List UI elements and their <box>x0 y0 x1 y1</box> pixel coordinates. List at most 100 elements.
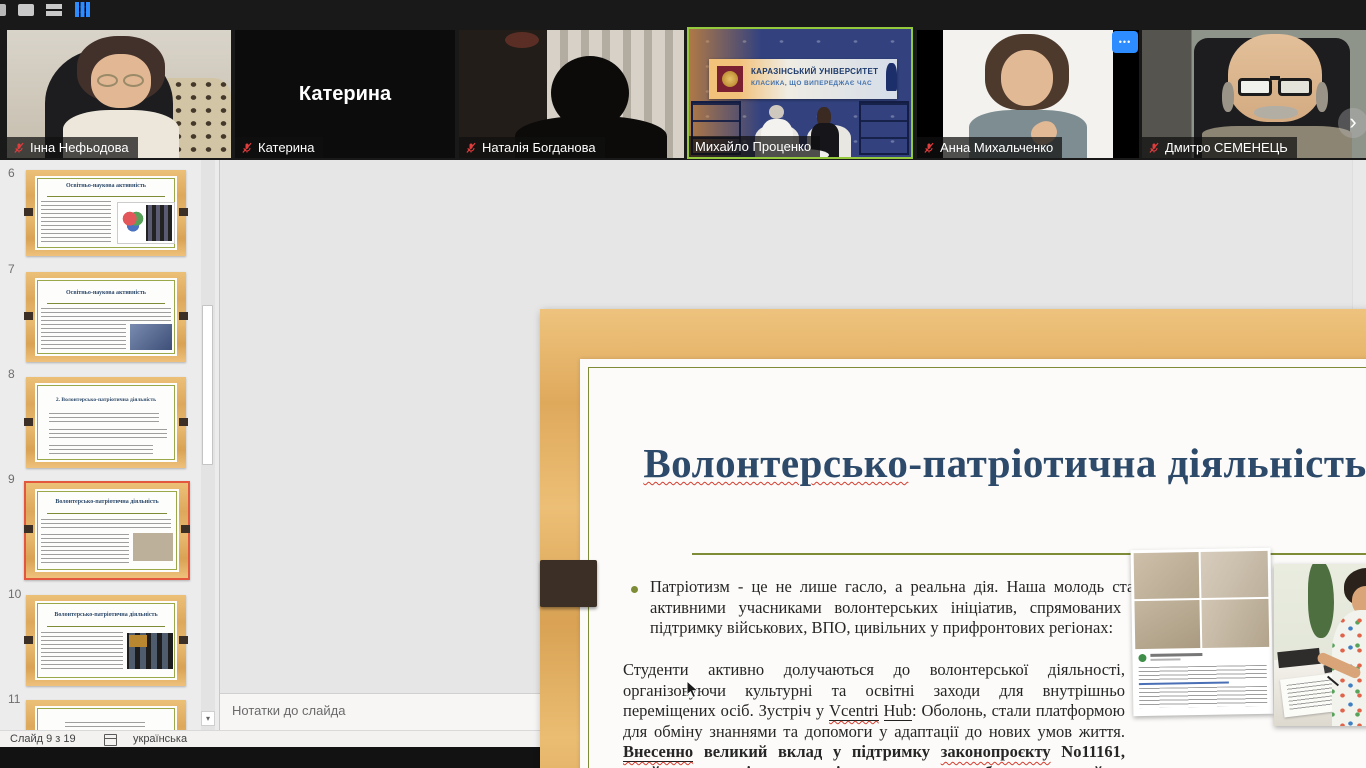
thumb-title: Волонтерсько-патріотична діяльність <box>39 612 173 619</box>
participant-video-mykhailo-active-speaker[interactable]: КАРАЗІНСЬКИЙ УНІВЕРСИТЕТ КЛАСИКА, ЩО ВИП… <box>687 27 913 159</box>
flag-decor <box>886 63 897 91</box>
slide-thumbnail-9-selected[interactable]: Волонтерсько-патріотична діяльність <box>24 481 190 580</box>
glasses-right-lens <box>123 74 144 87</box>
more-options-button[interactable]: ••• <box>1112 31 1138 53</box>
next-participants-button[interactable]: › <box>1338 108 1366 138</box>
thumb-bracket-right <box>179 636 188 644</box>
sidebar-scroll-down-button[interactable]: ▾ <box>201 711 215 726</box>
slide-bullet-paragraph[interactable]: Патріотизм - це не лише гасло, а реальна… <box>650 577 1150 639</box>
sidebar-scrollbar-thumb[interactable] <box>202 305 213 465</box>
post-link-line <box>1139 682 1229 686</box>
thumb-bracket-left <box>24 636 33 644</box>
participant-name: Анна Михальченко <box>940 140 1053 155</box>
chevron-right-icon: › <box>1349 109 1356 135</box>
slide-editing-area: Волонтерсько-патріотична діяльність Патр… <box>220 160 1366 693</box>
slide-thumbnail-6[interactable]: Освітньо-наукова активність <box>26 170 186 256</box>
slide-thumbnail-8[interactable]: 2. Волонтерсько-патріотична діяльність <box>26 377 186 468</box>
thumb-paper: Освітньо-наукова активність <box>35 278 177 356</box>
slide-counter: Слайд 9 з 19 <box>10 733 76 745</box>
para-link-vcentri: Vcentri <box>829 701 878 721</box>
post-photo-4 <box>1201 599 1269 648</box>
thumb-text <box>41 308 171 322</box>
para-bold-poshkodzhene: пошкоджене <box>878 763 971 768</box>
notes-placeholder: Нотатки до слайда <box>232 703 345 718</box>
thumb-rule <box>47 196 165 197</box>
thumb-bracket-left <box>24 208 33 216</box>
gray-hair-right <box>1316 82 1328 112</box>
thumb-title-line <box>65 722 145 728</box>
thumb-text <box>41 632 123 672</box>
face <box>1001 50 1053 106</box>
thumb-title: 2. Волонтерсько-патріотична діяльність <box>39 397 173 404</box>
para-link-hub: Hub <box>884 701 912 721</box>
post-photo-3 <box>1134 600 1200 649</box>
slide-thumbnail-7[interactable]: Освітньо-наукова активність <box>26 272 186 362</box>
gallery-view-icon[interactable] <box>75 2 90 17</box>
participant-name: Дмитро СЕМЕНЕЦЬ <box>1165 140 1288 155</box>
strip-view-icon[interactable] <box>46 4 62 16</box>
thumb-bullet-text <box>49 445 153 455</box>
slide-decor-bracket-left <box>540 560 597 607</box>
banner-line-1: КАРАЗІНСЬКИЙ УНІВЕРСИТЕТ <box>751 67 878 76</box>
thumb-bracket-left <box>24 418 33 426</box>
thumb-bullet-text <box>49 429 167 439</box>
shelf-right <box>859 101 909 155</box>
thumb-text <box>41 519 171 531</box>
thumb-text <box>41 201 111 243</box>
man-head <box>769 105 784 119</box>
slide-number: 10 <box>8 587 21 601</box>
thumb-bracket-right <box>179 312 188 320</box>
mic-muted-icon <box>465 142 477 154</box>
slide-title[interactable]: Волонтерсько-патріотична діяльність <box>620 439 1366 487</box>
slide-number: 8 <box>8 367 15 381</box>
participant-name-label: Дмитро СЕМЕНЕЦЬ <box>1142 137 1297 158</box>
slide-thumbnail-10[interactable]: Волонтерсько-патріотична діяльність <box>26 595 186 686</box>
language-indicator[interactable]: українська <box>133 733 187 745</box>
thumb-rule <box>47 513 167 514</box>
speaker-view-icon[interactable] <box>18 4 34 16</box>
thumb-title: Освітньо-наукова активність <box>39 183 173 190</box>
thumb-image <box>117 202 175 244</box>
minimize-view-icon[interactable] <box>0 4 6 16</box>
thumb-bracket-right <box>181 525 190 533</box>
slide-number: 6 <box>8 166 15 180</box>
slide-canvas[interactable]: Волонтерсько-патріотична діяльність Патр… <box>540 309 1366 768</box>
mic-muted-icon <box>1148 142 1160 154</box>
para-bold-vnesenno: Внесенно <box>623 742 693 762</box>
participant-video-nataliia[interactable]: Наталія Богданова <box>459 30 684 158</box>
thumb-video-grid-image <box>127 633 173 669</box>
post-text-lines <box>1139 665 1267 681</box>
participant-video-kateryna[interactable]: Катерина Катерина <box>235 30 455 158</box>
glasses-right-lens <box>1278 78 1312 96</box>
post-avatar <box>1138 654 1146 662</box>
participant-name: Інна Нефьодова <box>30 140 129 155</box>
para-bold-3: або знищене майно <box>971 763 1121 768</box>
participant-name-label: Інна Нефьодова <box>7 137 138 158</box>
plant <box>1308 564 1334 638</box>
slide-thumbnail-11[interactable] <box>26 700 186 730</box>
thumb-paper: Волонтерсько-патріотична діяльність <box>35 601 177 680</box>
glasses-left-lens <box>97 74 118 87</box>
gray-hair-left <box>1222 82 1234 112</box>
post-photo-2 <box>1201 551 1269 598</box>
thumb-paper: Освітньо-наукова активність <box>35 176 177 250</box>
mic-muted-icon <box>13 142 25 154</box>
participant-video-dmytro[interactable]: Дмитро СЕМЕНЕЦЬ <box>1142 30 1366 158</box>
university-banner: КАРАЗІНСЬКИЙ УНІВЕРСИТЕТ КЛАСИКА, ЩО ВИП… <box>709 59 897 99</box>
participant-video-anna[interactable]: Анна Михальченко <box>917 30 1139 158</box>
slide-image-man-writing[interactable] <box>1274 564 1366 726</box>
participant-name-label: Михайло Проценко <box>689 136 820 157</box>
thumb-title: Волонтерсько-патріотична діяльність <box>39 499 175 506</box>
thumb-paper: 2. Волонтерсько-патріотична діяльність <box>35 383 177 462</box>
thumb-bracket-left <box>24 312 33 320</box>
participant-name-label: Наталія Богданова <box>459 137 605 158</box>
thumb-bracket-right <box>179 418 188 426</box>
thumb-text <box>41 324 126 350</box>
spellcheck-icon[interactable] <box>104 734 117 746</box>
slide-main-paragraph[interactable]: Студенти активно долучаються до волонтер… <box>623 660 1125 768</box>
thumb-image <box>133 533 173 561</box>
participant-video-inna[interactable]: Інна Нефьодова <box>7 30 231 158</box>
thumb-bullet-text <box>49 413 159 423</box>
slide-number: 9 <box>8 472 15 486</box>
slide-image-social-post[interactable] <box>1131 548 1274 716</box>
